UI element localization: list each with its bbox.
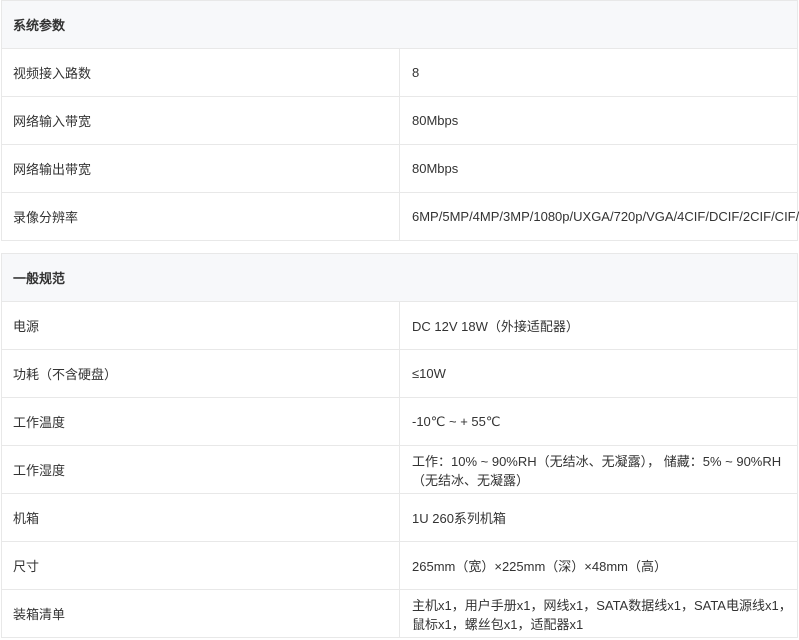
section-header-system-params: 系统参数: [1, 0, 798, 49]
system-params-table: 系统参数 视频接入路数 8 网络输入带宽 80Mbps 网络输出带宽 80Mbp…: [1, 0, 799, 241]
table-row: 机箱 1U 260系列机箱: [1, 493, 798, 542]
row-label: 电源: [1, 301, 400, 350]
row-label: 尺寸: [1, 541, 400, 590]
row-value: 工作：10% ~ 90%RH（无结冰、无凝露）， 储藏：5% ~ 90%RH（无…: [399, 445, 798, 494]
row-label: 网络输出带宽: [1, 144, 400, 193]
row-label: 工作温度: [1, 397, 400, 446]
section-header-general-specs: 一般规范: [1, 253, 798, 302]
row-value: 6MP/5MP/4MP/3MP/1080p/UXGA/720p/VGA/4CIF…: [399, 192, 799, 241]
row-label: 录像分辨率: [1, 192, 400, 241]
table-row: 工作湿度 工作：10% ~ 90%RH（无结冰、无凝露）， 储藏：5% ~ 90…: [1, 445, 798, 494]
row-label: 视频接入路数: [1, 48, 400, 97]
table-row: 网络输入带宽 80Mbps: [1, 96, 798, 145]
table-row: 工作温度 -10℃ ~ + 55℃: [1, 397, 798, 446]
row-label: 装箱清单: [1, 589, 400, 638]
row-value: 8: [399, 48, 798, 97]
row-label: 网络输入带宽: [1, 96, 400, 145]
row-value: 265mm（宽）×225mm（深）×48mm（高）: [399, 541, 798, 590]
row-value: 主机x1，用户手册x1，网线x1，SATA数据线x1，SATA电源线x1，鼠标x…: [399, 589, 798, 638]
table-row: 装箱清单 主机x1，用户手册x1，网线x1，SATA数据线x1，SATA电源线x…: [1, 589, 798, 638]
row-label: 工作湿度: [1, 445, 400, 494]
row-label: 功耗（不含硬盘）: [1, 349, 400, 398]
section-title: 一般规范: [1, 253, 798, 302]
section-title: 系统参数: [1, 0, 798, 49]
row-value: 1U 260系列机箱: [399, 493, 798, 542]
row-value: -10℃ ~ + 55℃: [399, 397, 798, 446]
row-label: 机箱: [1, 493, 400, 542]
row-value: DC 12V 18W（外接适配器）: [399, 301, 798, 350]
row-value: 80Mbps: [399, 96, 798, 145]
table-row: 电源 DC 12V 18W（外接适配器）: [1, 301, 798, 350]
row-value: ≤10W: [399, 349, 798, 398]
table-row: 尺寸 265mm（宽）×225mm（深）×48mm（高）: [1, 541, 798, 590]
table-row: 录像分辨率 6MP/5MP/4MP/3MP/1080p/UXGA/720p/VG…: [1, 192, 799, 241]
table-row: 视频接入路数 8: [1, 48, 798, 97]
table-row: 功耗（不含硬盘） ≤10W: [1, 349, 798, 398]
row-value: 80Mbps: [399, 144, 798, 193]
general-specs-table: 一般规范 电源 DC 12V 18W（外接适配器） 功耗（不含硬盘） ≤10W …: [1, 253, 798, 638]
table-row: 网络输出带宽 80Mbps: [1, 144, 798, 193]
